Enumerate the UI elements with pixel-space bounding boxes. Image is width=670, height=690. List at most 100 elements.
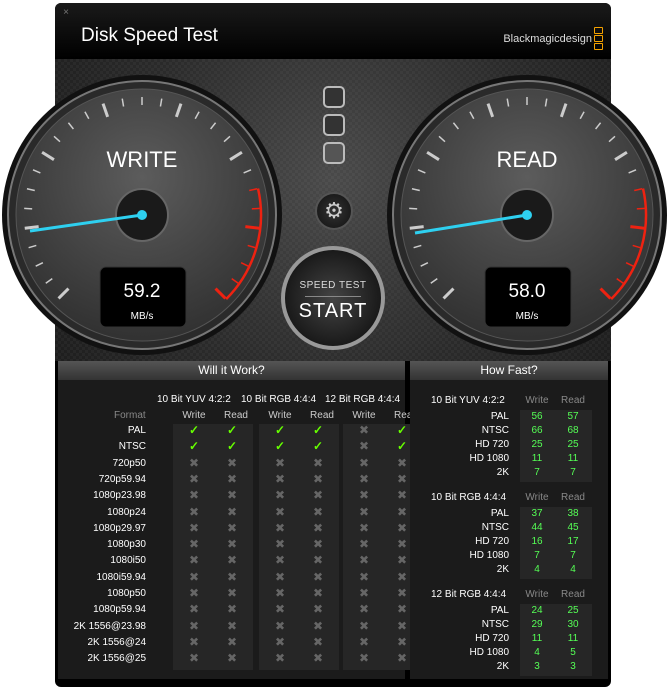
cross-icon: ✖ — [312, 569, 324, 584]
cross-icon: ✖ — [358, 569, 370, 584]
read-speed-value: 58.0 — [509, 281, 546, 302]
preset-button-2[interactable] — [323, 114, 345, 136]
cross-icon: ✖ — [312, 553, 324, 568]
cross-icon: ✖ — [358, 553, 370, 568]
read-column-header: Read — [561, 395, 585, 406]
how-fast-format: NTSC — [481, 425, 509, 436]
cross-icon: ✖ — [312, 455, 324, 470]
read-column-header: Read — [224, 410, 248, 421]
gauge-tick — [245, 225, 260, 230]
check-icon: ✓ — [226, 439, 238, 454]
how-fast-format: HD 720 — [475, 439, 509, 450]
write-gauge: WRITE 59.2 MB/s — [2, 75, 282, 355]
preset-button-3[interactable] — [323, 142, 345, 164]
title-bar: × Disk Speed Test Blackmagicdesign — [55, 3, 611, 59]
write-fps-value: 29 — [531, 619, 543, 630]
read-fps-value: 25 — [567, 439, 579, 450]
format-name: 1080p59.94 — [93, 604, 146, 616]
cross-icon: ✖ — [312, 586, 324, 600]
how-fast-format: NTSC — [481, 522, 509, 533]
how-fast-panel: How Fast? 10 Bit YUV 4:2:2 Write Read PAL 56… — [410, 361, 608, 679]
start-button[interactable]: SPEED TEST START — [281, 246, 385, 350]
cross-icon: ✖ — [188, 553, 200, 568]
how-fast-format: HD 1080 — [469, 550, 509, 561]
write-column-header: Write — [352, 410, 376, 421]
cross-icon: ✖ — [274, 651, 286, 666]
write-column-header: Write — [525, 589, 549, 600]
write-fps-value: 44 — [531, 522, 543, 533]
how-fast-format: HD 1080 — [469, 647, 509, 658]
write-fps-value: 7 — [534, 550, 540, 561]
cross-icon: ✖ — [226, 602, 238, 617]
cross-icon: ✖ — [188, 586, 200, 600]
read-fps-value: 17 — [567, 536, 579, 547]
format-group-header: 12 Bit RGB 4:4:4 — [325, 394, 401, 405]
how-fast-section-title: 10 Bit RGB 4:4:4 — [431, 492, 507, 503]
cross-icon: ✖ — [358, 602, 370, 617]
write-fps-value: 11 — [531, 633, 543, 644]
cross-icon: ✖ — [188, 634, 200, 649]
results-area: Will it Work? 10 Bit YUV 4:2:2 10 Bit RGB… — [55, 358, 611, 687]
cross-icon: ✖ — [188, 471, 200, 486]
how-fast-format: HD 720 — [475, 536, 509, 547]
close-icon[interactable]: × — [61, 8, 71, 18]
how-fast-format: PAL — [490, 605, 509, 616]
cross-icon: ✖ — [226, 455, 238, 470]
read-fps-value: 3 — [570, 661, 576, 672]
read-fps-value: 11 — [567, 633, 579, 644]
read-gauge-label: READ — [496, 147, 557, 172]
cross-icon: ✖ — [358, 586, 370, 600]
settings-gear-icon[interactable]: ⚙ — [315, 192, 353, 230]
write-fps-value: 16 — [531, 536, 543, 547]
check-icon: ✓ — [312, 439, 324, 454]
cross-icon: ✖ — [358, 651, 370, 666]
cross-icon: ✖ — [226, 520, 238, 535]
write-fps-value: 37 — [531, 508, 543, 519]
format-group-header: 10 Bit RGB 4:4:4 — [241, 394, 317, 405]
read-fps-value: 25 — [567, 605, 579, 616]
cross-icon: ✖ — [312, 651, 324, 666]
cross-icon: ✖ — [274, 520, 286, 535]
how-fast-format: 2K — [496, 564, 509, 575]
start-button-subtitle: SPEED TEST — [299, 280, 367, 291]
cross-icon: ✖ — [274, 553, 286, 568]
format-name: 1080i50 — [110, 555, 146, 567]
read-fps-value: 11 — [567, 453, 579, 464]
cross-icon: ✖ — [358, 537, 370, 552]
how-fast-header: How Fast? — [410, 361, 608, 380]
cross-icon: ✖ — [274, 537, 286, 552]
cross-icon: ✖ — [226, 488, 238, 503]
cross-icon: ✖ — [274, 586, 286, 600]
cross-icon: ✖ — [226, 537, 238, 552]
how-fast-format: NTSC — [481, 619, 509, 630]
write-column-header: Write — [268, 410, 292, 421]
write-fps-value: 56 — [531, 411, 543, 422]
cross-icon: ✖ — [188, 504, 200, 519]
write-fps-value: 24 — [531, 605, 543, 616]
brand-name: Blackmagicdesign — [503, 32, 592, 45]
how-fast-format: PAL — [490, 508, 509, 519]
write-column-header: Write — [525, 395, 549, 406]
how-fast-section-title: 12 Bit RGB 4:4:4 — [431, 589, 507, 600]
cross-icon: ✖ — [226, 651, 238, 666]
how-fast-format: 2K — [496, 467, 509, 478]
read-gauge: READ 58.0 MB/s — [387, 75, 667, 355]
write-speed-value: 59.2 — [124, 281, 161, 302]
start-button-label: START — [298, 300, 368, 322]
format-name: 2K 1556@25 — [87, 653, 146, 665]
check-icon: ✓ — [188, 439, 200, 454]
check-icon: ✓ — [312, 423, 324, 437]
cross-icon: ✖ — [358, 520, 370, 535]
format-name: 1080i59.94 — [96, 571, 147, 583]
cross-icon: ✖ — [358, 634, 370, 649]
format-name: NTSC — [118, 441, 146, 453]
format-name: 720p59.94 — [98, 473, 146, 485]
preset-button-1[interactable] — [323, 86, 345, 108]
cross-icon: ✖ — [226, 586, 238, 600]
format-name: 1080p50 — [107, 588, 146, 599]
cross-icon: ✖ — [274, 455, 286, 470]
write-fps-value: 11 — [531, 453, 543, 464]
check-icon: ✓ — [226, 423, 238, 437]
format-name: 720p50 — [112, 457, 146, 469]
window-title: Disk Speed Test — [81, 25, 218, 46]
